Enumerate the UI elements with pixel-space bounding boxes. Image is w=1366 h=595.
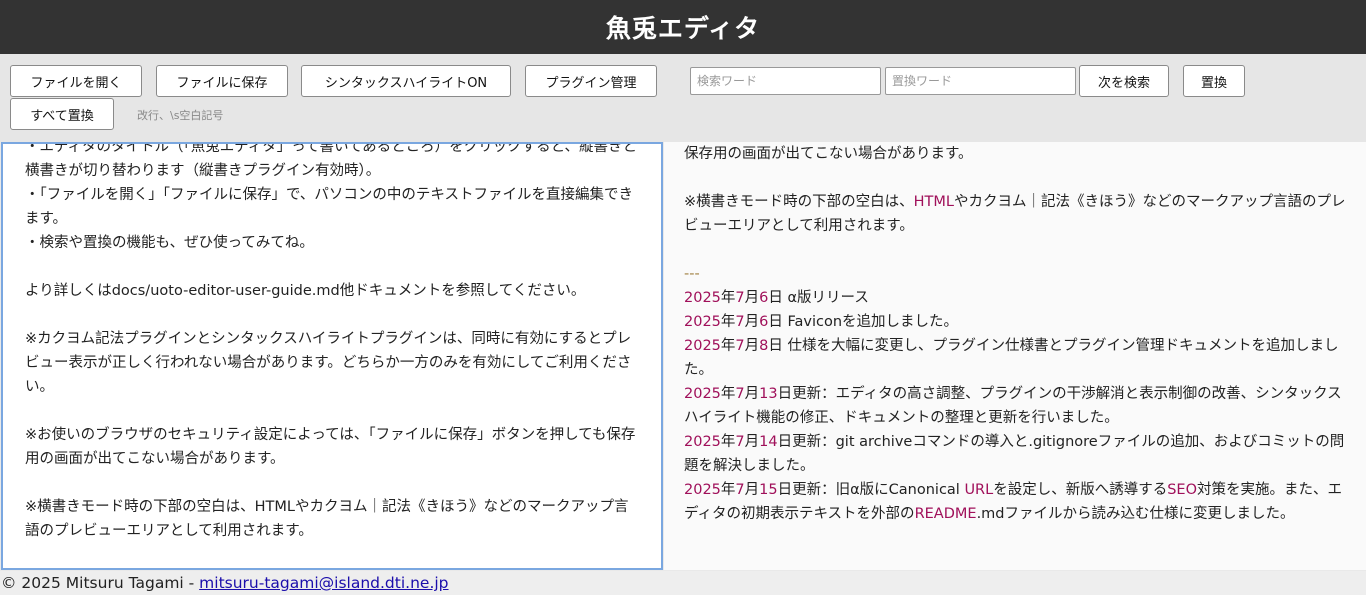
editor-line: ・検索や置換の機能も、ぜひ使ってみてね。: [25, 235, 314, 251]
changelog-item: 2025年7月6日 α版リリース: [684, 290, 869, 306]
changelog-item: 2025年7月13日更新：エディタの高さ調整、プラグインの干渉解消と表示制御の改…: [684, 386, 1342, 426]
editor-line: ・「ファイルを開く」「ファイルに保存」で、パソコンの中のテキストファイルを直接編…: [25, 187, 633, 227]
app-title[interactable]: 魚兎エディタ: [606, 9, 760, 45]
preview-hr: ---: [684, 266, 700, 282]
editor-content[interactable]: ・エディタのタイトル（「魚兎エディタ」って書いてあるところ）をクリックすると、縦…: [25, 142, 639, 543]
editor-line: ※お使いのブラウザのセキュリティ設定によっては、「ファイルに保存」ボタンを押して…: [25, 427, 636, 467]
replace-input[interactable]: [885, 67, 1076, 95]
title-bar: 魚兎エディタ: [0, 0, 1366, 54]
editor-textarea[interactable]: ・エディタのタイトル（「魚兎エディタ」って書いてあるところ）をクリックすると、縦…: [1, 142, 663, 570]
find-next-button[interactable]: 次を検索: [1079, 65, 1169, 97]
editor-line: ※横書きモード時の下部の空白は、HTMLやカクヨム｜記法《きほう》などのマークア…: [25, 499, 629, 539]
preview-note: ※横書きモード時の下部の空白は、HTMLやカクヨム｜記法《きほう》などのマークア…: [684, 194, 1346, 234]
plugin-manager-button[interactable]: プラグイン管理: [525, 65, 657, 97]
replace-all-button[interactable]: すべて置換: [10, 98, 114, 130]
changelog-item: 2025年7月14日更新：git archiveコマンドの導入と.gitigno…: [684, 434, 1345, 474]
editor-line: ・エディタのタイトル（「魚兎エディタ」って書いてあるところ）をクリックすると、縦…: [25, 142, 638, 179]
copyright-text: © 2025 Mitsuru Tagami -: [1, 574, 200, 592]
syntax-highlight-toggle-button[interactable]: シンタックスハイライトON: [301, 65, 511, 97]
preview-content: 保存用の画面が出てこない場合があります。 ※横書きモード時の下部の空白は、HTM…: [684, 142, 1346, 526]
changelog-item: 2025年7月15日更新：旧α版にCanonical URLを設定し、新版へ誘導…: [684, 482, 1342, 522]
search-input[interactable]: [690, 67, 881, 95]
changelog-item: 2025年7月8日 仕様を大幅に変更し、プラグイン仕様書とプラグイン管理ドキュメ…: [684, 338, 1339, 378]
whitespace-hint: 改行、\s空白記号: [137, 109, 224, 122]
preview-area: 保存用の画面が出てこない場合があります。 ※横書きモード時の下部の空白は、HTM…: [664, 142, 1366, 570]
footer: © 2025 Mitsuru Tagami - mitsuru-tagami@i…: [0, 571, 1366, 595]
toolbar: ファイルを開く ファイルに保存 シンタックスハイライトON プラグイン管理 次を…: [0, 54, 1366, 142]
preview-text: 保存用の画面が出てこない場合があります。: [684, 146, 973, 162]
open-file-button[interactable]: ファイルを開く: [10, 65, 142, 97]
changelog-item: 2025年7月6日 Faviconを追加しました。: [684, 314, 959, 330]
editor-line: より詳しくはdocs/uoto-editor-user-guide.md他ドキュ…: [25, 283, 586, 299]
changelog-list: 2025年7月6日 α版リリース 2025年7月6日 Faviconを追加しました…: [684, 286, 1346, 478]
replace-button[interactable]: 置換: [1183, 65, 1245, 97]
email-link[interactable]: mitsuru-tagami@island.dti.ne.jp: [199, 574, 448, 592]
editor-line: ※カクヨム記法プラグインとシンタックスハイライトプラグインは、同時に有効にすると…: [25, 331, 632, 395]
save-file-button[interactable]: ファイルに保存: [156, 65, 288, 97]
